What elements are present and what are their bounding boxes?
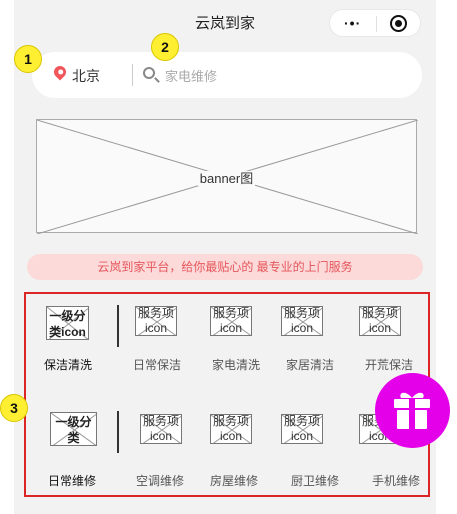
- service-icon-text: icon: [149, 429, 172, 443]
- category-label[interactable]: 日常维修: [48, 472, 96, 489]
- category-divider: [117, 305, 119, 347]
- service-icon[interactable]: 服务项icon: [140, 414, 182, 444]
- phone-screen: 云岚到家 ·•· 北京 家电维修 banner图 云岚到家平台，给你最贴心的 最…: [14, 0, 436, 514]
- search-icon: [143, 67, 155, 79]
- category-icon-text: 类icon: [49, 325, 86, 339]
- banner-label: banner图: [197, 171, 256, 186]
- location-pin-icon: [51, 63, 69, 81]
- service-icon[interactable]: 服务项icon: [210, 414, 252, 444]
- service-icon-text: 服务项: [212, 306, 249, 320]
- service-category-grid: 一级分 类icon 保洁清洗 服务项 icon 日常保洁 服务项 icon 家电清洗 …: [24, 292, 430, 497]
- more-dots-icon[interactable]: ·•·: [344, 16, 361, 30]
- target-icon[interactable]: [390, 15, 407, 32]
- service-label[interactable]: 手机维修: [372, 472, 420, 489]
- category-icon-repair[interactable]: 一级分类icon: [50, 412, 97, 446]
- city-selector[interactable]: 北京: [72, 66, 100, 86]
- category-icon-cleaning[interactable]: 一级分类icon: [46, 306, 89, 340]
- service-icon-text: 服务项: [137, 306, 174, 320]
- service-icon[interactable]: 服务项icon: [359, 306, 401, 336]
- search-input[interactable]: 家电维修: [165, 66, 217, 85]
- annotation-marker-3: 3: [0, 394, 28, 422]
- service-icon-text: icon: [290, 429, 313, 443]
- navigation-bar: 云岚到家 ·•·: [14, 0, 436, 44]
- search-bar: 北京 家电维修: [32, 52, 422, 98]
- service-icon[interactable]: 服务项icon: [210, 306, 252, 336]
- service-icon[interactable]: 服务项icon: [281, 414, 323, 444]
- service-icon-text: icon: [290, 321, 313, 335]
- service-label[interactable]: 空调维修: [136, 472, 184, 489]
- annotation-marker-2: 2: [151, 33, 179, 61]
- gift-icon: [394, 392, 430, 429]
- category-icon-text: 一级分类: [55, 415, 92, 445]
- service-icon[interactable]: 服务项icon: [281, 306, 323, 336]
- notice-bar: 云岚到家平台，给你最贴心的 最专业的上门服务: [27, 254, 423, 280]
- service-icon-text: 服务项: [142, 414, 179, 428]
- search-divider: [132, 64, 133, 86]
- annotation-marker-1: 1: [14, 45, 42, 73]
- service-icon-text: icon: [368, 321, 391, 335]
- mini-program-capsule: ·•·: [329, 9, 421, 37]
- category-label[interactable]: 保洁清洗: [44, 356, 92, 373]
- service-icon-text: icon: [219, 321, 242, 335]
- service-label[interactable]: 厨卫维修: [291, 472, 339, 489]
- service-label[interactable]: 家电清洗: [212, 356, 260, 373]
- service-icon-text: 服务项: [283, 414, 320, 428]
- service-icon[interactable]: 服务项icon: [135, 306, 177, 336]
- capsule-divider: [376, 16, 377, 32]
- category-divider: [117, 411, 119, 453]
- service-label[interactable]: 开荒保洁: [365, 356, 413, 373]
- service-icon-text: icon: [219, 429, 242, 443]
- service-label[interactable]: 家居清洁: [286, 356, 334, 373]
- service-label[interactable]: 房屋维修: [210, 472, 258, 489]
- category-icon-text: 一级分: [49, 309, 86, 323]
- service-icon-text: icon: [144, 321, 167, 335]
- service-icon-text: 服务项: [361, 306, 398, 320]
- service-icon-text: 服务项: [283, 306, 320, 320]
- gift-button[interactable]: [375, 373, 450, 448]
- service-label[interactable]: 日常保洁: [133, 356, 181, 373]
- service-icon-text: 服务项: [212, 414, 249, 428]
- banner[interactable]: banner图: [36, 119, 418, 234]
